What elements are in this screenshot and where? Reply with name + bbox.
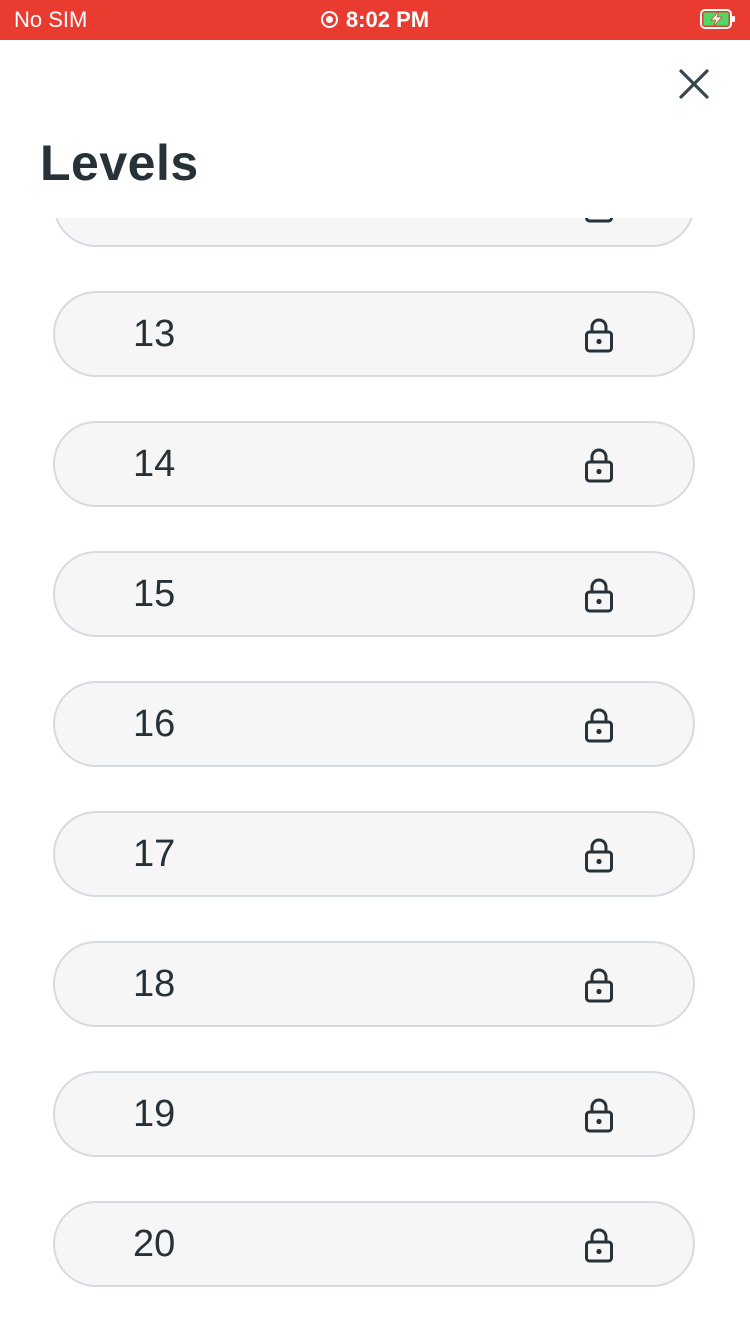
lock-icon — [585, 578, 613, 613]
lock-icon — [585, 318, 613, 353]
status-time: 8:02 PM — [0, 7, 750, 33]
page-title: Levels — [40, 135, 199, 191]
level-item[interactable] — [53, 218, 695, 247]
lock-icon — [585, 1228, 613, 1263]
level-number: 20 — [133, 1223, 176, 1265]
level-item[interactable]: 16 — [53, 681, 695, 767]
level-number: 13 — [133, 313, 176, 355]
levels-list[interactable]: 13 14 15 16 17 18 19 20 — [0, 218, 750, 1334]
lock-icon — [585, 708, 613, 743]
level-item[interactable]: 13 — [53, 291, 695, 377]
level-number: 15 — [133, 573, 176, 615]
level-number: 17 — [133, 833, 176, 875]
time-label: 8:02 PM — [345, 7, 430, 32]
level-item[interactable]: 18 — [53, 941, 695, 1027]
battery-charging-icon — [700, 9, 735, 29]
lock-icon — [585, 968, 613, 1003]
recording-icon — [320, 11, 338, 28]
lock-icon — [585, 218, 613, 223]
level-item[interactable]: 20 — [53, 1201, 695, 1287]
close-icon — [679, 69, 709, 99]
level-item[interactable]: 19 — [53, 1071, 695, 1157]
status-bar: No SIM 8:02 PM — [0, 0, 750, 40]
level-number: 18 — [133, 963, 176, 1005]
level-item[interactable]: 17 — [53, 811, 695, 897]
level-number: 16 — [133, 703, 176, 745]
level-number: 19 — [133, 1093, 176, 1135]
lock-icon — [585, 448, 613, 483]
lock-icon — [585, 1098, 613, 1133]
level-item[interactable]: 14 — [53, 421, 695, 507]
level-item[interactable]: 15 — [53, 551, 695, 637]
lock-icon — [585, 838, 613, 873]
level-number: 14 — [133, 443, 176, 485]
close-button[interactable] — [672, 62, 716, 106]
